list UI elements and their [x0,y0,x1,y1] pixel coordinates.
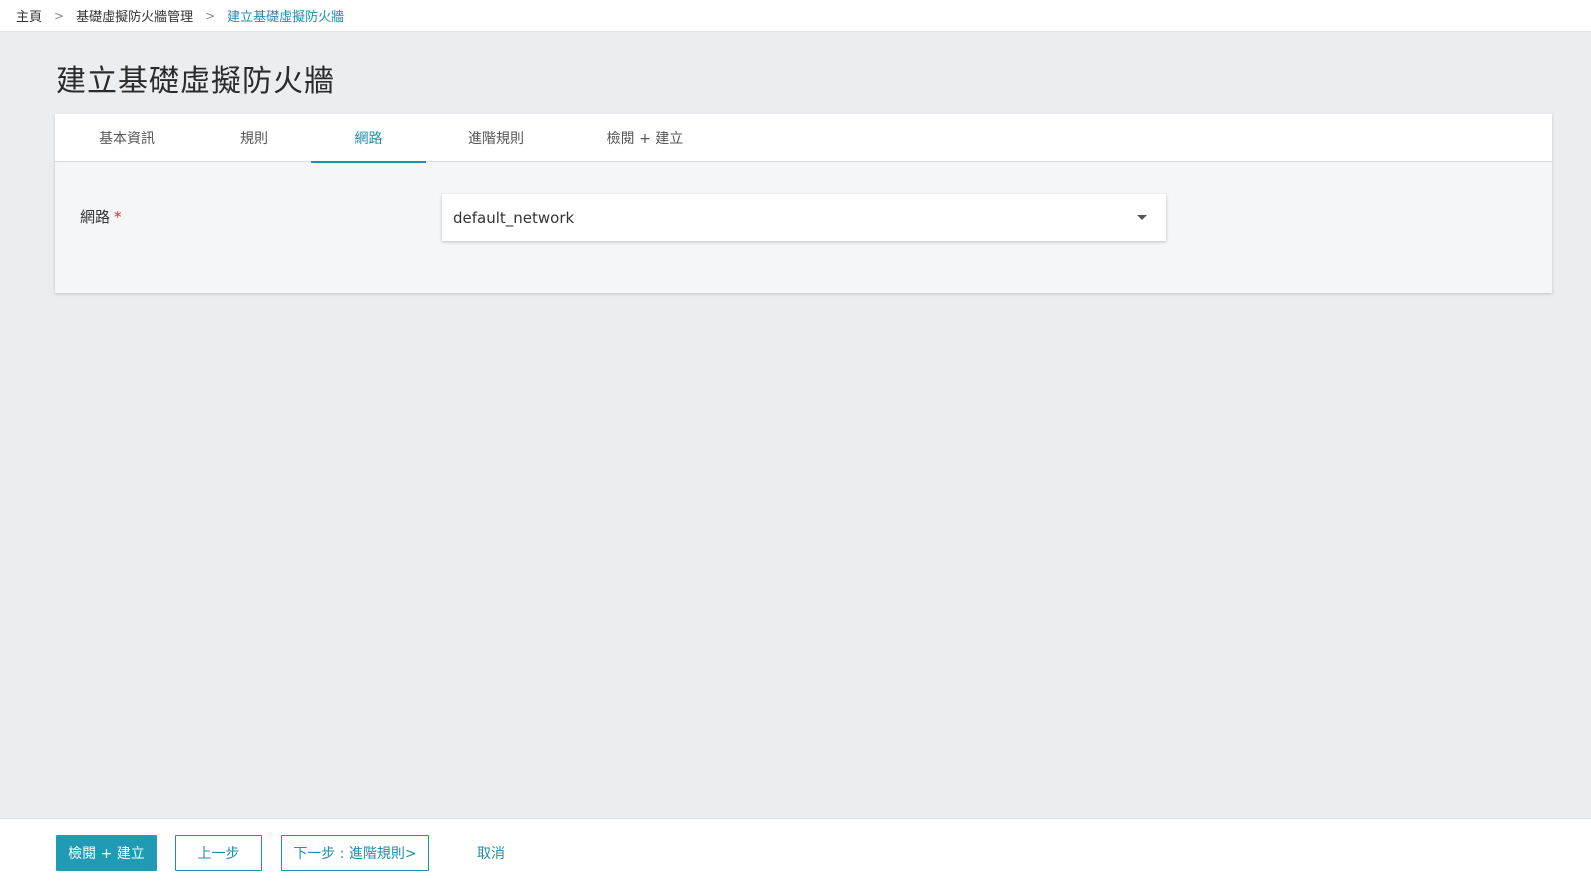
breadcrumb-separator: > [205,8,216,23]
tab-bar: 基本資訊 規則 網路 進階規則 檢閱 + 建立 [55,114,1552,163]
tab-advanced-rules[interactable]: 進階規則 [446,114,546,162]
network-label-text: 網路 [80,208,111,226]
next-button[interactable]: 下一步 : 進階規則> [281,835,429,871]
breadcrumb-firewall-management[interactable]: 基礎虛擬防火牆管理 [76,6,193,25]
wizard-panel: 基本資訊 規則 網路 進階規則 檢閱 + 建立 網路 * default_netw… [55,114,1552,293]
breadcrumb: 主頁 > 基礎虛擬防火牆管理 > 建立基礎虛擬防火牆 [0,0,1591,32]
previous-button[interactable]: 上一步 [175,835,262,871]
tab-network[interactable]: 網路 [311,114,426,163]
network-select[interactable]: default_network [442,194,1166,241]
network-select-value: default_network [453,208,575,227]
breadcrumb-current: 建立基礎虛擬防火牆 [227,10,345,25]
breadcrumb-separator: > [54,8,65,23]
page-title: 建立基礎虛擬防火牆 [56,64,335,99]
review-create-button[interactable]: 檢閱 + 建立 [56,835,157,871]
tab-rules[interactable]: 規則 [215,114,293,162]
required-marker: * [114,208,122,226]
cancel-button[interactable]: 取消 [455,835,527,871]
network-field-label: 網路 * [80,206,122,227]
caret-down-icon[interactable] [1137,215,1147,220]
tab-basic-info[interactable]: 基本資訊 [77,114,177,162]
tab-review-create[interactable]: 檢閱 + 建立 [585,114,705,162]
footer-action-bar: 檢閱 + 建立 上一步 下一步 : 進階規則> 取消 [0,818,1591,890]
breadcrumb-home[interactable]: 主頁 [16,6,42,25]
